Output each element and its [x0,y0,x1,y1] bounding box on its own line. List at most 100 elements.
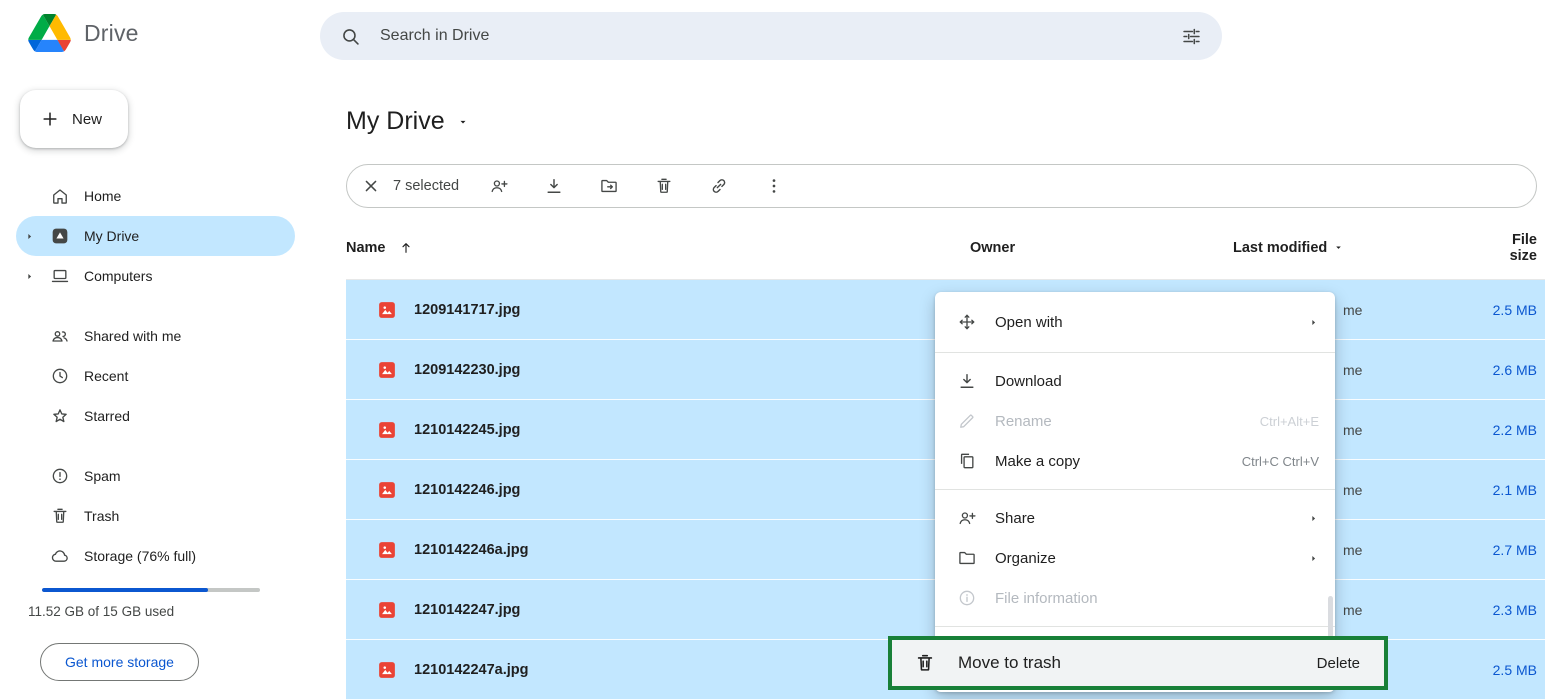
page-title: My Drive [346,107,445,136]
sidebar-item-shared-with-me[interactable]: Shared with me [16,316,295,356]
menu-item-organize[interactable]: Organize [935,538,1335,578]
pencil-icon [957,411,977,431]
menu-scrollbar[interactable] [1328,596,1333,638]
nav-group-gap [0,296,305,316]
download-button[interactable] [534,166,574,206]
download-icon [957,371,977,391]
chevron-right-icon[interactable] [24,231,35,242]
menu-item-label: Move to trash [958,653,1295,673]
menu-item-label: Open with [995,314,1290,331]
chevron-right-icon[interactable] [24,271,35,282]
dropdown-caret-icon[interactable] [1333,242,1344,253]
computers-icon [50,266,70,286]
sidebar-item-starred[interactable]: Starred [16,396,295,436]
menu-item-label: Share [995,510,1290,527]
sidebar-item-my-drive[interactable]: My Drive [16,216,295,256]
file-size: 2.5 MB [1489,302,1545,318]
clock-icon [50,366,70,386]
file-size: 2.2 MB [1489,422,1545,438]
sidebar-item-computers[interactable]: Computers [16,256,295,296]
google-drive-window: Drive New Home My Drive Computers [0,0,1545,693]
menu-shortcut: Ctrl+Alt+E [1260,414,1319,429]
toolbar-actions [479,166,794,206]
copy-link-button[interactable] [699,166,739,206]
menu-item-rename: Rename Ctrl+Alt+E [935,401,1335,441]
sidebar-item-home[interactable]: Home [16,176,295,216]
header-label: Last modified [1233,240,1327,256]
menu-item-label: Organize [995,550,1290,567]
menu-item-share[interactable]: Share [935,498,1335,538]
sidebar-item-spam[interactable]: Spam [16,456,295,496]
menu-divider [935,489,1335,490]
file-name: 1210142247a.jpg [414,662,528,678]
sidebar-item-recent[interactable]: Recent [16,356,295,396]
image-file-icon [378,661,396,679]
nav-group-gap [0,436,305,456]
menu-divider [935,352,1335,353]
sidebar-nav: Home My Drive Computers Shared with me R… [0,176,305,576]
title-dropdown-caret-icon[interactable] [457,116,469,128]
move-to-folder-button[interactable] [589,166,629,206]
menu-shortcut: Delete [1317,655,1360,672]
more-vert-icon [764,176,784,196]
menu-item-make-a-copy[interactable]: Make a copy Ctrl+C Ctrl+V [935,441,1335,481]
open-with-icon [957,312,977,332]
search-bar[interactable] [320,12,1222,60]
copy-icon [957,451,977,471]
sort-ascending-icon[interactable] [398,240,414,256]
file-size: 2.7 MB [1489,542,1545,558]
header-label: Name [346,240,386,256]
column-header-size[interactable]: File size [1489,232,1545,264]
close-icon [361,176,381,196]
more-actions-button[interactable] [754,166,794,206]
person-add-icon [489,176,509,196]
download-icon [544,176,564,196]
folder-move-icon [599,176,619,196]
submenu-arrow-icon [1308,317,1319,328]
sidebar-item-label: Home [84,188,121,204]
drive-logo-icon [28,14,71,52]
sidebar-item-storage[interactable]: Storage (76% full) [16,536,295,576]
sidebar-item-label: Computers [84,268,152,284]
menu-item-move-to-trash[interactable]: Move to trash Delete [888,636,1388,690]
new-button-label: New [72,111,102,128]
trash-icon [654,176,674,196]
column-header-name[interactable]: Name [346,240,970,256]
sidebar-item-label: Storage (76% full) [84,548,196,564]
sidebar-item-trash[interactable]: Trash [16,496,295,536]
menu-item-label: Download [995,373,1319,390]
clear-selection-button[interactable] [351,166,391,206]
menu-item-download[interactable]: Download [935,361,1335,401]
menu-shortcut: Ctrl+C Ctrl+V [1242,454,1319,469]
selected-count: 7 selected [393,178,459,194]
storage-progress-bar [42,588,260,592]
sidebar-item-label: Starred [84,408,130,424]
share-button[interactable] [479,166,519,206]
file-name: 1210142246.jpg [414,482,520,498]
menu-item-open-with[interactable]: Open with [935,300,1335,344]
sidebar-item-label: My Drive [84,228,139,244]
menu-item-label: Make a copy [995,453,1224,470]
my-drive-icon [50,226,70,246]
file-name: 1210142246a.jpg [414,542,528,558]
people-icon [50,326,70,346]
person-add-icon [957,508,977,528]
main-content: My Drive 7 selected Name Owner Last mo [320,72,1545,693]
menu-divider [935,626,1335,627]
star-icon [50,406,70,426]
search-options-tune-icon[interactable] [1181,26,1202,47]
column-header-owner[interactable]: Owner [970,240,1233,256]
file-name: 1209142230.jpg [414,362,520,378]
link-icon [709,176,729,196]
trash-button[interactable] [644,166,684,206]
column-header-modified[interactable]: Last modified [1233,240,1489,256]
search-input[interactable] [380,27,1181,45]
app-title: Drive [84,20,139,47]
spam-icon [50,466,70,486]
file-size: 2.6 MB [1489,362,1545,378]
new-button[interactable]: New [20,90,128,148]
trash-icon [50,506,70,526]
sidebar-item-label: Trash [84,508,119,524]
file-name: 1210142245.jpg [414,422,520,438]
get-more-storage-button[interactable]: Get more storage [40,643,199,681]
